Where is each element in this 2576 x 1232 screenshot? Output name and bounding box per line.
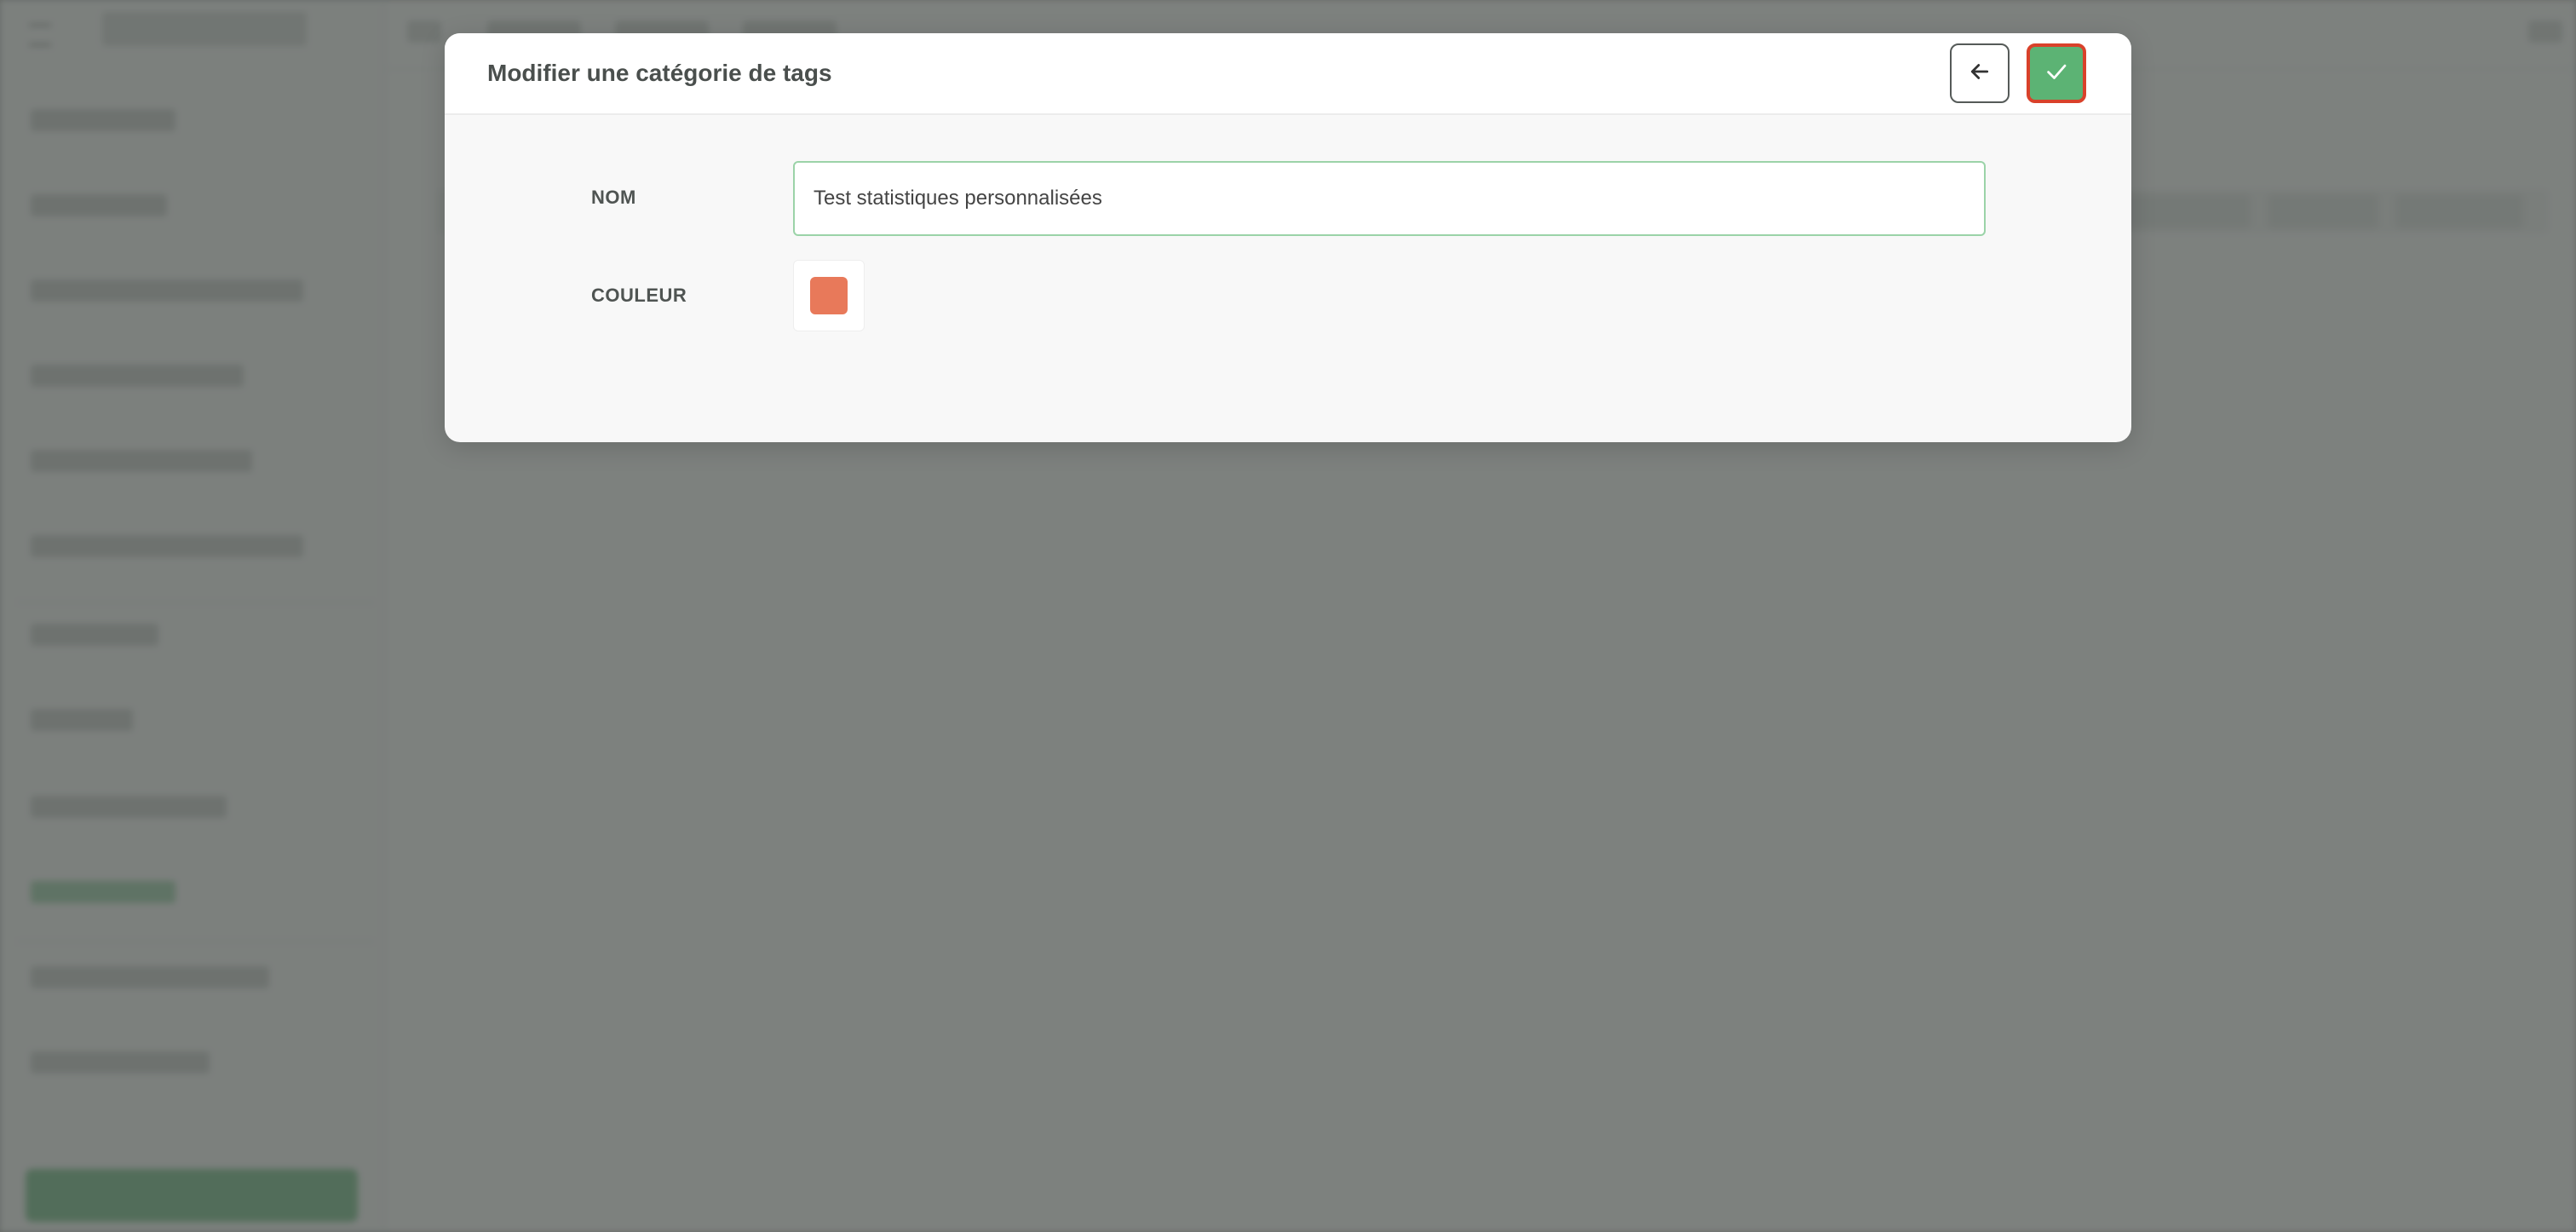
color-swatch xyxy=(810,277,848,314)
name-input[interactable] xyxy=(793,161,1986,236)
name-label: NOM xyxy=(591,187,636,208)
back-button[interactable] xyxy=(1950,43,2010,103)
color-label: COULEUR xyxy=(591,285,687,306)
check-icon xyxy=(2044,59,2069,89)
color-picker[interactable] xyxy=(793,260,865,331)
arrow-left-icon xyxy=(1967,59,1992,89)
edit-tag-category-dialog: Modifier une catégorie de tags NOM COULE… xyxy=(445,33,2131,442)
save-button[interactable] xyxy=(2027,43,2086,103)
dialog-title: Modifier une catégorie de tags xyxy=(487,60,832,86)
dialog-header: Modifier une catégorie de tags xyxy=(445,33,2131,115)
